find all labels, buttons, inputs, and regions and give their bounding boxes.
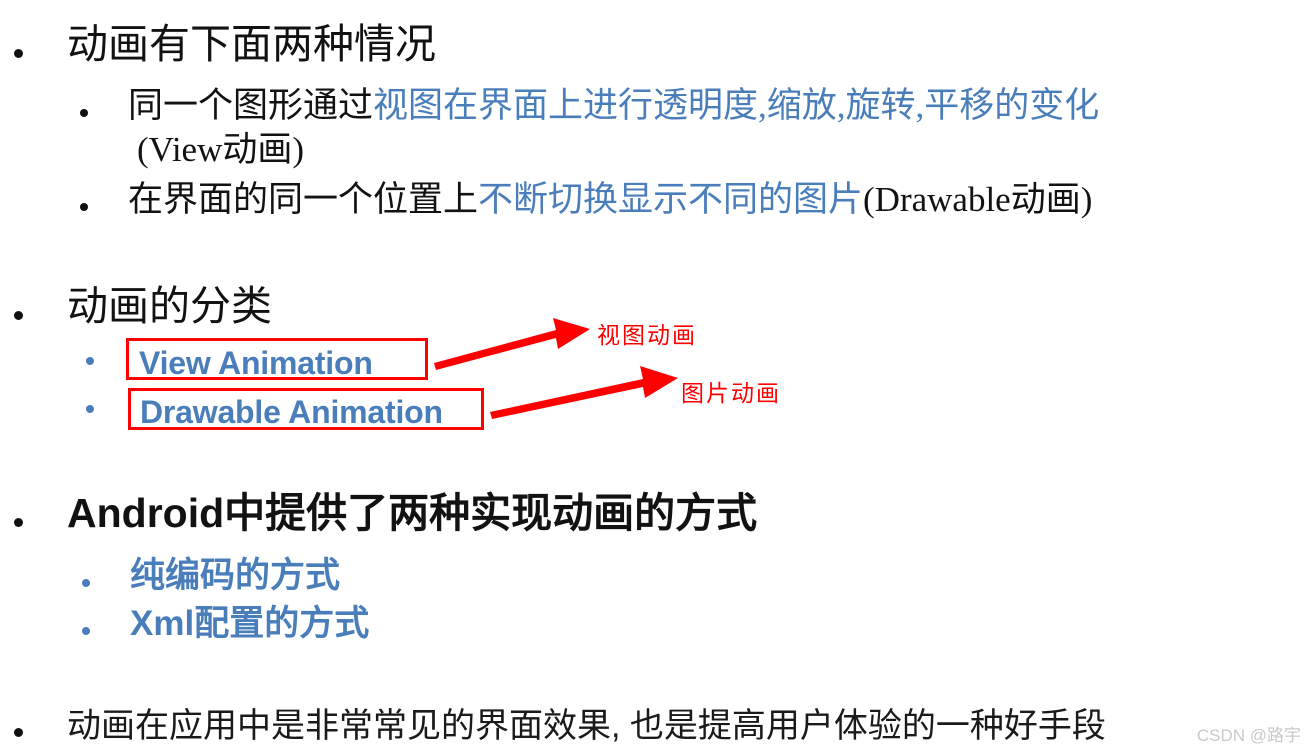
bullet-row-closing-note: 动画在应用中是非常常见的界面效果, 也是提高用户体验的一种好手段 (14, 698, 1106, 747)
bullet-marker-level2 (80, 203, 88, 211)
heading-animation-cases: 动画有下面两种情况 (67, 21, 436, 67)
label-pure-code: 纯编码的方式 (130, 556, 341, 595)
heading-android-keyword: Android (67, 490, 225, 536)
heading-android-rest: 中提供了两种实现动画的方式 (224, 490, 758, 536)
bullet-marker-level1 (14, 728, 23, 737)
bullet-row-view-animation-case: 同一个图形通过 视图在界面上进行透明度,缩放,旋转,平移的变化 (80, 86, 1099, 125)
label-view-animation[interactable]: View Animation (139, 345, 373, 382)
bullet-marker-drawable-animation (86, 405, 94, 413)
arrow-to-drawable-animation (490, 366, 678, 419)
annotation-drawable-animation: 图片动画 (681, 381, 781, 406)
bullet-row-pure-code: 纯编码的方式 (82, 556, 340, 595)
bullet-marker-view-animation (86, 357, 94, 365)
bullet-marker-level2 (80, 109, 88, 117)
arrow-to-view-animation (434, 318, 590, 370)
view-animation-case-line2: (View动画) (137, 130, 305, 169)
closing-note-text: 动画在应用中是非常常见的界面效果, 也是提高用户体验的一种好手段 (67, 707, 1106, 745)
label-xml-config: Xml配置的方式 (130, 604, 370, 643)
bullet-row-xml-config: Xml配置的方式 (82, 604, 369, 643)
bullet-marker-level1 (14, 311, 23, 320)
bullet-row-animation-classification-heading: 动画的分类 (14, 283, 272, 329)
slide-canvas: 动画有下面两种情况 同一个图形通过 视图在界面上进行透明度,缩放,旋转,平移的变… (0, 0, 1311, 752)
drawable-animation-case-highlight: 不断切换显示不同的图片 (478, 180, 864, 219)
bullet-marker-level2 (82, 579, 90, 587)
annotation-view-animation: 视图动画 (597, 323, 697, 348)
bullet-row-drawable-animation-case: 在界面的同一个位置上 不断切换显示不同的图片 (Drawable动画) (80, 180, 1092, 219)
drawable-animation-case-suffix: (Drawable动画) (863, 180, 1093, 219)
bullet-marker-level2 (82, 627, 90, 635)
view-animation-case-highlight: 视图在界面上进行透明度,缩放,旋转,平移的变化 (373, 86, 1100, 125)
bullet-row-animation-cases-heading: 动画有下面两种情况 (14, 21, 436, 67)
view-animation-case-prefix: 同一个图形通过 (128, 86, 374, 125)
drawable-animation-case-prefix: 在界面的同一个位置上 (128, 180, 479, 219)
heading-animation-classification: 动画的分类 (67, 283, 272, 329)
label-drawable-animation[interactable]: Drawable Animation (140, 394, 443, 431)
bullet-marker-level1 (14, 49, 23, 58)
bullet-marker-level1 (14, 518, 23, 527)
bullet-row-android-heading: Android 中提供了两种实现动画的方式 (14, 490, 758, 536)
watermark-csdn: CSDN @路宇 (1196, 726, 1301, 745)
